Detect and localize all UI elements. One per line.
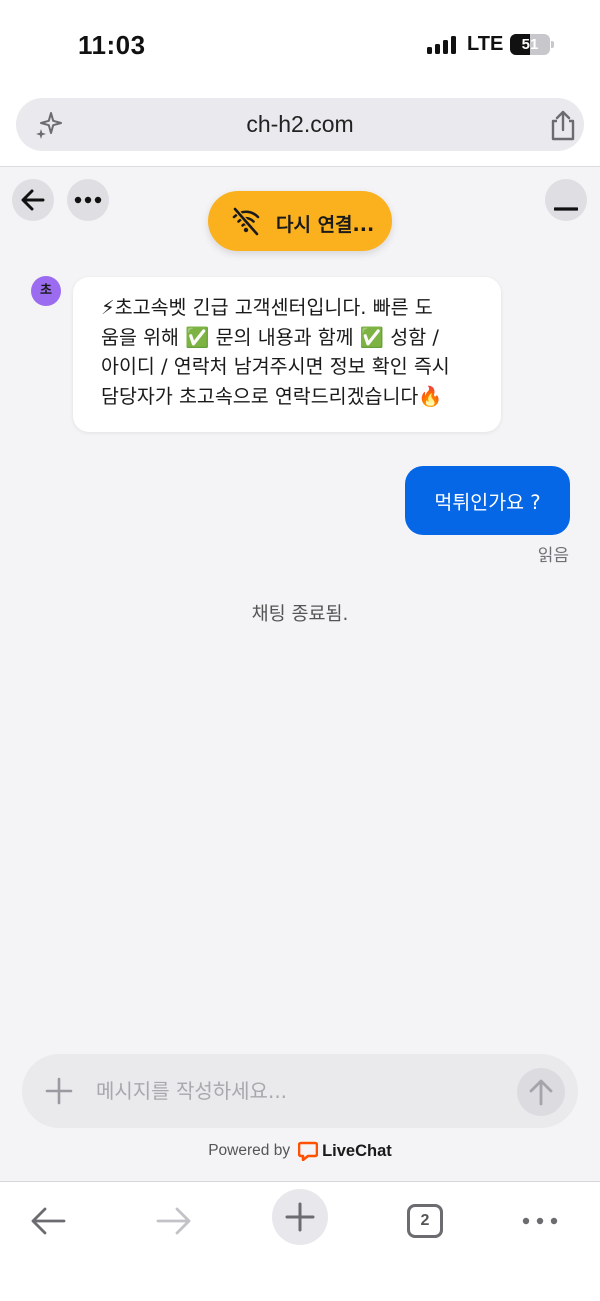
tabs-button[interactable]: 2 — [400, 1196, 450, 1246]
livechat-brand-label: LiveChat — [322, 1141, 392, 1160]
back-arrow-icon — [31, 1207, 66, 1235]
new-tab-button[interactable] — [272, 1189, 328, 1245]
minimize-button[interactable] — [545, 179, 587, 221]
agent-message-text: ⚡초고속벳 긴급 고객센터입니다. 빠른 도 움을 위해 ✅ 문의 내용과 함께… — [101, 293, 483, 411]
forward-arrow-icon — [156, 1207, 191, 1235]
chat-ended-notice: 채팅 종료됨. — [251, 604, 349, 625]
back-button[interactable] — [12, 179, 54, 221]
new-tab-icon — [285, 1202, 315, 1232]
powered-by-label: Powered by — [208, 1142, 291, 1159]
address-bar[interactable]: ch-h2.com — [16, 98, 584, 151]
agent-message-line: ⚡초고속벳 긴급 고객센터입니다. 빠른 도 — [101, 296, 433, 319]
battery-nub — [551, 41, 554, 48]
status-bar: 11:03 LTE 51 — [0, 0, 600, 90]
battery-percent: 51 — [521, 36, 539, 53]
agent-message-line: 담당자가 초고속으로 연락드리겠습니다🔥 — [101, 384, 443, 408]
more-icon — [522, 1217, 558, 1225]
wifi-off-icon — [232, 206, 260, 237]
browser-forward-button[interactable] — [149, 1196, 199, 1246]
reconnect-label: 다시 연결... — [276, 214, 375, 236]
battery-icon: 51 — [510, 34, 550, 55]
share-icon[interactable] — [548, 109, 578, 141]
livechat-brand[interactable]: LiveChat — [298, 1141, 392, 1161]
reconnect-button[interactable]: 다시 연결... — [208, 191, 392, 251]
arrow-left-icon — [21, 189, 45, 211]
browser-menu-button[interactable] — [515, 1196, 565, 1246]
url-text[interactable]: ch-h2.com — [16, 111, 584, 138]
minus-icon — [554, 207, 578, 211]
user-message-bubble: 먹튀인가요 ? — [405, 466, 570, 535]
plus-icon[interactable] — [44, 1076, 74, 1106]
message-input[interactable] — [96, 1066, 496, 1116]
message-composer — [22, 1054, 578, 1128]
browser-toolbar: 2 — [0, 1181, 600, 1301]
livechat-logo-icon — [298, 1141, 319, 1161]
arrow-up-icon — [529, 1079, 553, 1106]
agent-message-bubble: ⚡초고속벳 긴급 고객센터입니다. 빠른 도 움을 위해 ✅ 문의 내용과 함께… — [73, 277, 501, 432]
tabs-icon: 2 — [407, 1204, 443, 1238]
signal-strength-icon — [427, 36, 459, 54]
powered-by: Powered by LiveChat — [0, 1141, 600, 1161]
browser-back-button[interactable] — [23, 1196, 73, 1246]
user-message-text: 먹튀인가요 ? — [434, 491, 541, 514]
read-receipt: 읽음 — [537, 546, 569, 566]
agent-message-line: 움을 위해 ✅ 문의 내용과 함께 ✅ 성함 / — [101, 325, 439, 349]
agent-message-line: 아이디 / 연락처 남겨주시면 정보 확인 즉시 — [101, 355, 450, 378]
network-type: LTE — [467, 33, 504, 55]
browser-address-area: ch-h2.com — [0, 90, 600, 167]
ellipsis-icon — [74, 196, 102, 204]
status-time: 11:03 — [78, 30, 146, 60]
agent-avatar: 초 — [31, 276, 61, 306]
more-options-button[interactable] — [67, 179, 109, 221]
send-button[interactable] — [517, 1068, 565, 1116]
